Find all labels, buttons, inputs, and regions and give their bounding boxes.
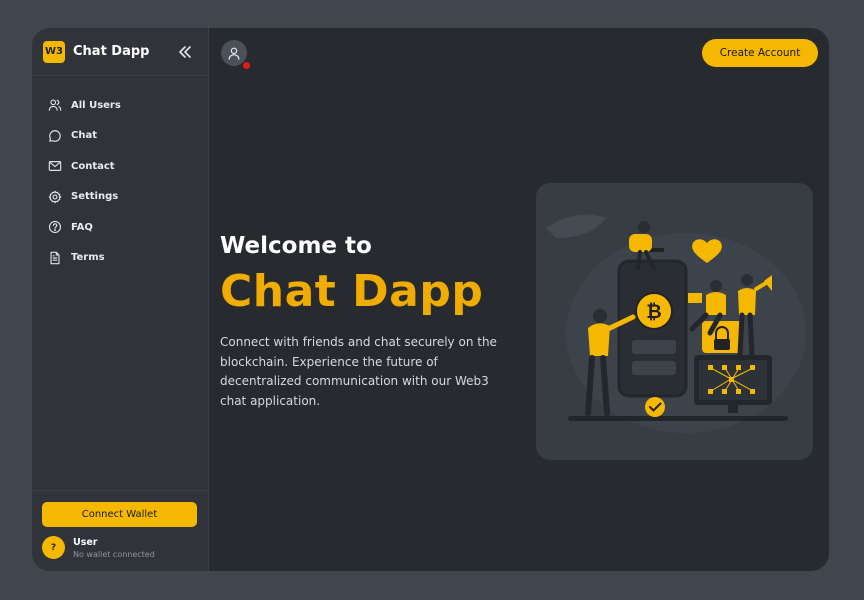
document-icon: [50, 251, 60, 265]
sidebar: W3 Chat Dapp All Users Chat Contact Sett…: [32, 28, 209, 571]
collapse-sidebar-button[interactable]: [176, 43, 194, 61]
mail-icon: [48, 161, 62, 172]
sidebar-item-all-users[interactable]: All Users: [32, 90, 208, 121]
app-name: Chat Dapp: [73, 44, 150, 59]
wallet-status: No wallet connected: [73, 550, 155, 559]
sidebar-item-settings[interactable]: Settings: [32, 182, 208, 213]
double-chevron-left-icon: [179, 46, 191, 58]
sidebar-item-label: Terms: [71, 252, 105, 264]
svg-text:₿: ₿: [646, 301, 661, 323]
app-logo: W3: [43, 40, 65, 63]
sidebar-item-label: Chat: [71, 130, 97, 142]
sidebar-item-contact[interactable]: Contact: [32, 151, 208, 182]
create-account-button[interactable]: Create Account: [702, 39, 818, 67]
offline-status-dot: [242, 61, 251, 70]
main-content: Create Account Welcome to Chat Dapp Conn…: [209, 28, 829, 571]
chat-icon: [49, 129, 61, 142]
app-window: W3 Chat Dapp All Users Chat Contact Sett…: [32, 28, 829, 571]
sidebar-item-label: Contact: [71, 160, 115, 172]
sidebar-item-label: All Users: [71, 99, 121, 111]
user-avatar[interactable]: ?: [42, 536, 65, 559]
user-name: User: [73, 537, 98, 548]
sidebar-item-label: Settings: [71, 191, 119, 203]
sidebar-item-label: FAQ: [71, 221, 93, 233]
sidebar-nav: All Users Chat Contact Settings FAQ Term…: [32, 76, 208, 273]
connect-wallet-button[interactable]: Connect Wallet: [42, 502, 197, 527]
users-icon: [48, 99, 62, 112]
sidebar-item-terms[interactable]: Terms: [32, 243, 208, 274]
web3-community-illustration: ₿: [546, 214, 806, 433]
hero-illustration: ₿: [536, 183, 813, 460]
help-icon: [48, 221, 62, 234]
hero-title: Chat Dapp: [220, 266, 484, 317]
sidebar-item-faq[interactable]: FAQ: [32, 212, 208, 243]
sidebar-item-chat[interactable]: Chat: [32, 121, 208, 152]
user-icon: [228, 47, 240, 60]
welcome-heading: Welcome to: [220, 233, 372, 259]
gear-icon: [48, 190, 62, 204]
sidebar-footer: Connect Wallet ? User No wallet connecte…: [32, 490, 208, 571]
hero-description: Connect with friends and chat securely o…: [220, 335, 497, 408]
